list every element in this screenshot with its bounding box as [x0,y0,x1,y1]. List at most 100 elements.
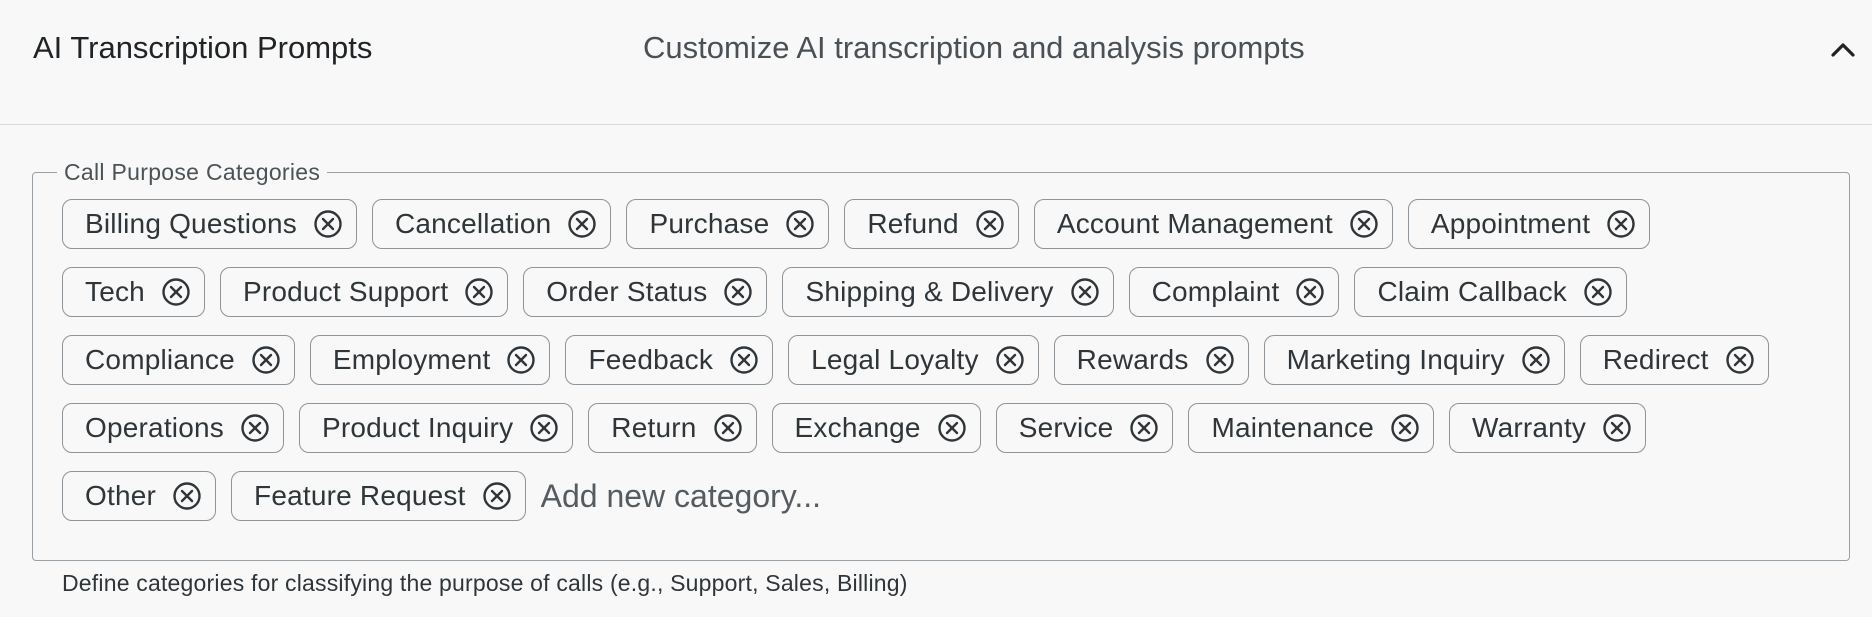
remove-category-button[interactable] [249,343,283,377]
remove-category-button[interactable] [711,411,745,445]
remove-category-button[interactable] [1581,275,1615,309]
category-chip[interactable]: Redirect [1579,335,1769,385]
remove-category-button[interactable] [1293,275,1327,309]
cancel-circle-icon [465,278,493,306]
cancel-circle-icon [730,346,758,374]
cancel-circle-icon [314,210,342,238]
remove-category-button[interactable] [480,479,514,513]
category-chip[interactable]: Employment [309,335,551,385]
category-chip[interactable]: Order Status [523,267,768,317]
remove-category-button[interactable] [727,343,761,377]
cancel-circle-icon [1725,346,1754,374]
category-chip[interactable]: Exchange [771,403,981,453]
cancel-circle-icon [1603,414,1631,442]
category-chip[interactable]: Product Support [219,267,509,317]
cancel-circle-icon [1070,278,1099,306]
category-chip[interactable]: Other [62,471,217,521]
category-chip[interactable]: Account Management [1033,199,1393,249]
category-chip[interactable]: Rewards [1053,335,1249,385]
category-chip-label: Refund [867,208,959,239]
category-chip-label: Operations [85,412,224,443]
remove-category-button[interactable] [159,275,193,309]
category-chip[interactable]: Maintenance [1188,403,1434,453]
category-chip-label: Warranty [1471,412,1587,443]
category-chip-label: Return [611,412,697,443]
chevron-up-icon [1831,43,1855,57]
remove-category-button[interactable] [993,343,1027,377]
remove-category-button[interactable] [1203,343,1237,377]
collapse-toggle-button[interactable] [1823,30,1863,70]
category-chip[interactable]: Return [588,403,757,453]
cancel-circle-icon [1130,414,1159,442]
category-chip[interactable]: Purchase [626,199,830,249]
remove-category-button[interactable] [527,411,561,445]
category-chip-label: Service [1018,412,1114,443]
remove-category-button[interactable] [1068,275,1102,309]
remove-category-button[interactable] [1347,207,1381,241]
chip-list: Billing Questions Cancellation Purchase Ref… [62,198,1821,522]
cancel-circle-icon [976,210,1004,238]
remove-category-button[interactable] [935,411,969,445]
category-chip[interactable]: Legal Loyalty [788,335,1039,385]
category-chip-label: Complaint [1151,276,1280,307]
cancel-circle-icon [786,210,815,238]
remove-category-button[interactable] [311,207,345,241]
category-chip-label: Rewards [1076,344,1189,375]
category-chip[interactable]: Compliance [62,335,295,385]
section-subtitle: Customize AI transcription and analysis … [643,30,1305,65]
remove-category-button[interactable] [1723,343,1757,377]
remove-category-button[interactable] [721,275,755,309]
remove-category-button[interactable] [238,411,272,445]
cancel-circle-icon [530,414,558,442]
category-chip[interactable]: Marketing Inquiry [1263,335,1565,385]
category-chip-label: Marketing Inquiry [1286,344,1505,375]
remove-category-button[interactable] [783,207,817,241]
remove-category-button[interactable] [462,275,496,309]
category-chip-label: Legal Loyalty [811,344,979,375]
remove-category-button[interactable] [504,343,538,377]
chip-row: Billing Questions Cancellation Purchase Ref… [62,198,1821,250]
category-chip[interactable]: Complaint [1128,267,1340,317]
categories-helper-text: Define categories for classifying the pu… [62,570,908,596]
category-chip[interactable]: Claim Callback [1354,267,1627,317]
remove-category-button[interactable] [1388,411,1422,445]
remove-category-button[interactable] [1604,207,1638,241]
category-chip-label: Maintenance [1211,412,1374,443]
cancel-circle-icon [568,210,597,238]
cancel-circle-icon [507,346,536,374]
chip-row: Operations Product Inquiry Return Exchange S… [62,402,1821,454]
category-chip[interactable]: Cancellation [371,199,612,249]
category-chip[interactable]: Operations [62,403,284,453]
category-chip-label: Account Management [1056,208,1333,239]
cancel-circle-icon [1205,346,1234,374]
call-purpose-categories-field: Call Purpose Categories Billing Question… [32,159,1850,561]
category-chip-label: Tech [85,276,145,307]
category-chip[interactable]: Refund [844,199,1019,249]
category-chip[interactable]: Feature Request [231,471,526,521]
category-chip-label: Cancellation [394,208,552,239]
category-chip[interactable]: Tech [62,267,205,317]
category-chip[interactable]: Service [995,403,1174,453]
category-chip-label: Appointment [1430,208,1591,239]
remove-category-button[interactable] [1127,411,1161,445]
category-chip[interactable]: Warranty [1448,403,1647,453]
add-category-input[interactable] [540,474,1141,518]
category-chip[interactable]: Feedback [565,335,774,385]
cancel-circle-icon [995,346,1024,374]
chip-row: Tech Product Support Order Status Shipping … [62,266,1821,318]
remove-category-button[interactable] [1519,343,1553,377]
remove-category-button[interactable] [973,207,1007,241]
category-chip-label: Exchange [794,412,921,443]
category-chip[interactable]: Billing Questions [62,199,357,249]
remove-category-button[interactable] [1600,411,1634,445]
remove-category-button[interactable] [565,207,599,241]
category-chip[interactable]: Appointment [1407,199,1651,249]
remove-category-button[interactable] [170,479,204,513]
category-chip[interactable]: Product Inquiry [298,403,574,453]
cancel-circle-icon [241,414,269,442]
category-chip[interactable]: Shipping & Delivery [782,267,1114,317]
cancel-circle-icon [173,482,201,510]
category-chip-label: Redirect [1602,344,1709,375]
chip-row: Compliance Employment Feedback Legal Loyalt… [62,334,1821,386]
prompts-accordion-header[interactable]: AI Transcription Prompts Customize AI tr… [0,0,1872,125]
